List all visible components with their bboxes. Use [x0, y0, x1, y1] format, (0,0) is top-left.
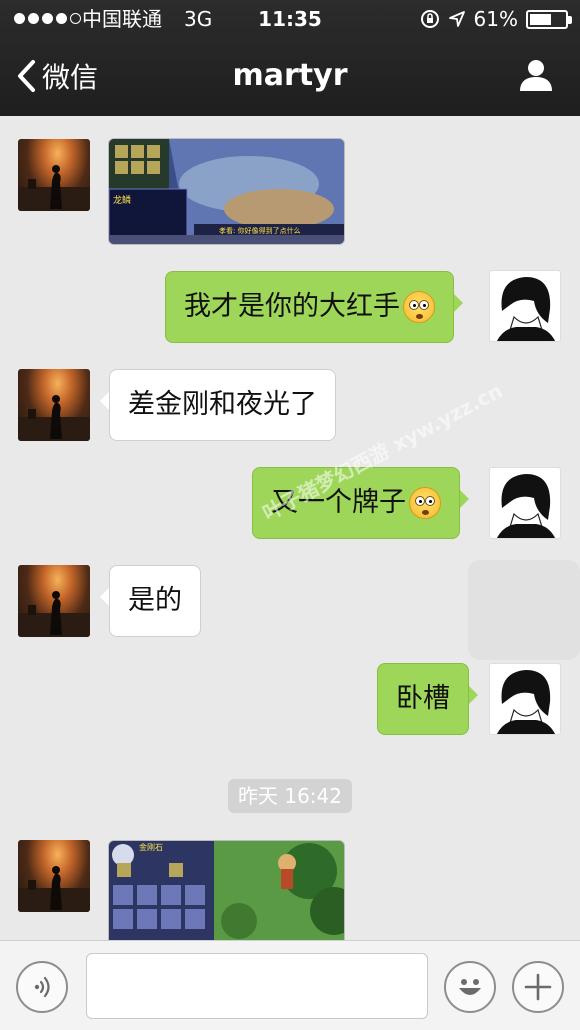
battery-fill [530, 13, 551, 25]
message-bubble-sent[interactable]: 又一个牌子 [252, 467, 469, 539]
image-message[interactable]: 金刚石 [108, 840, 345, 940]
nav-bar: 微信 martyr [0, 38, 580, 116]
avatar-silhouette [18, 165, 90, 211]
message-bubble-received[interactable]: 差金刚和夜光了 [100, 369, 336, 441]
avatar-silhouette [18, 591, 90, 637]
carrier-name: 中国联通 [82, 7, 162, 31]
my-avatar[interactable] [489, 663, 561, 735]
avatar-silhouette [496, 277, 556, 341]
svg-text:龙鳞: 龙鳞 [113, 194, 131, 206]
contact-avatar[interactable] [18, 565, 90, 637]
message-bubble-received[interactable]: 是的 [100, 565, 201, 637]
message-text: 差金刚和夜光了 [128, 388, 317, 420]
contact-avatar[interactable] [18, 840, 90, 912]
contact-avatar[interactable] [18, 369, 90, 441]
battery-icon [526, 9, 572, 29]
profile-button[interactable] [518, 58, 554, 96]
message-text: 我才是你的大红手 [184, 290, 400, 322]
voice-input-button[interactable] [16, 961, 68, 1013]
assistive-touch-overlay[interactable] [468, 560, 580, 660]
my-avatar[interactable] [489, 467, 561, 539]
chevron-left-icon [18, 60, 35, 92]
chat-area[interactable]: 龙鳞 孝看: 你好像得到了点什么 我才是你的大红手 差金刚和夜光了 又一个牌子 … [0, 116, 580, 940]
input-bar [0, 940, 580, 1030]
more-options-button[interactable] [512, 961, 564, 1013]
person-icon [520, 60, 552, 91]
image-message[interactable]: 龙鳞 孝看: 你好像得到了点什么 [108, 138, 345, 245]
avatar-silhouette [496, 474, 556, 538]
back-button[interactable]: 微信 [16, 56, 98, 96]
status-bar: 中国联通 3G 11:35 61% [0, 0, 580, 38]
voice-wave-icon [34, 976, 50, 998]
message-text: 又一个牌子 [271, 486, 406, 518]
battery-percent: 61% [473, 7, 518, 31]
back-label: 微信 [42, 61, 99, 94]
timestamp: 昨天 16:42 [228, 779, 352, 813]
plus-icon [524, 973, 552, 1001]
svg-text:金刚石: 金刚石 [139, 842, 163, 852]
flushed-face-emoji-icon [409, 487, 441, 519]
contact-avatar[interactable] [18, 139, 90, 211]
message-text: 卧槽 [396, 682, 450, 714]
signal-strength-icon [14, 13, 81, 24]
message-bubble-sent[interactable]: 卧槽 [377, 663, 478, 735]
smiley-icon [459, 979, 481, 995]
message-text: 是的 [128, 584, 182, 616]
message-bubble-sent[interactable]: 我才是你的大红手 [165, 271, 463, 343]
my-avatar[interactable] [489, 270, 561, 342]
network-type: 3G [184, 7, 213, 31]
flushed-face-emoji-icon [403, 291, 435, 323]
rotation-lock-icon [420, 10, 439, 28]
avatar-silhouette [18, 395, 90, 441]
avatar-silhouette [18, 866, 90, 912]
status-right: 61% [420, 0, 572, 38]
location-arrow-icon [448, 11, 465, 27]
emoji-button[interactable] [444, 961, 496, 1013]
top-bar: 中国联通 3G 11:35 61% 微信 martyr [0, 0, 580, 116]
message-input[interactable] [86, 953, 428, 1019]
svg-text:孝看: 你好像得到了点什么: 孝看: 你好像得到了点什么 [219, 226, 301, 235]
avatar-silhouette [496, 670, 556, 734]
